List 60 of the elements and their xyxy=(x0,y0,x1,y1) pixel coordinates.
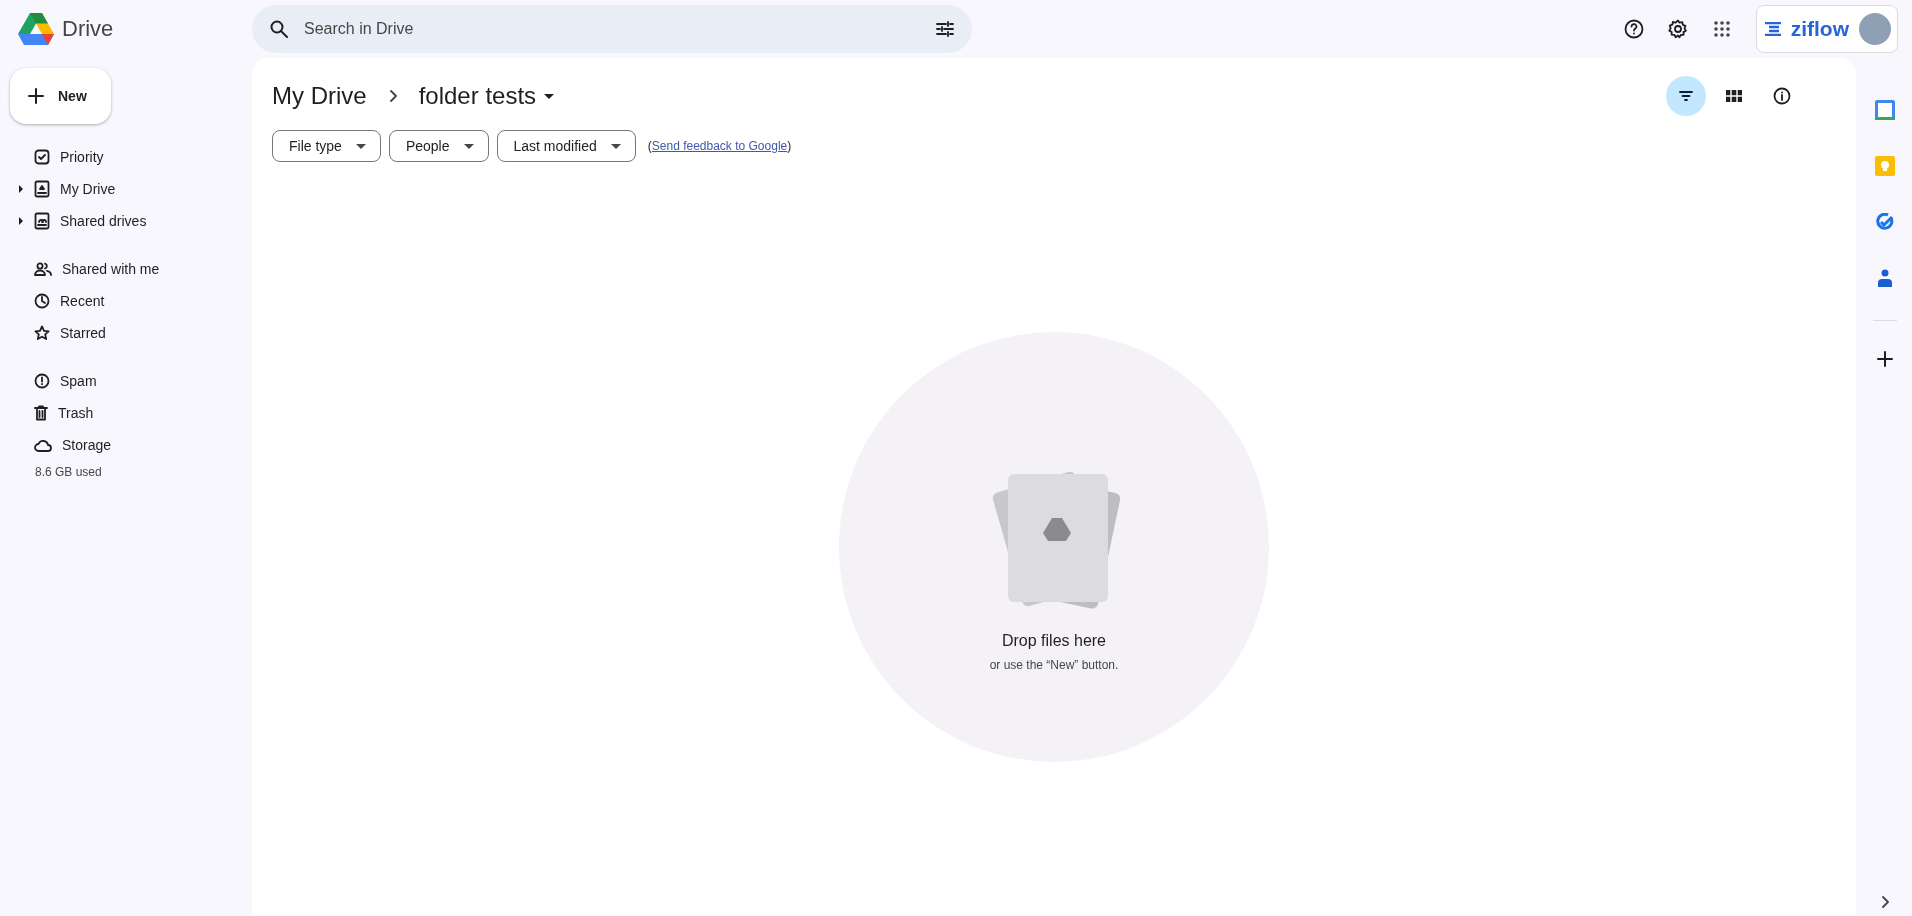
drive-icon xyxy=(34,180,50,198)
apps-grid-icon xyxy=(1713,21,1730,37)
search-bar[interactable]: Search in Drive xyxy=(252,5,972,53)
star-icon xyxy=(34,325,50,341)
expand-caret-icon[interactable] xyxy=(18,217,24,225)
new-button[interactable]: New xyxy=(10,68,111,124)
tune-icon[interactable] xyxy=(936,21,954,37)
checkbox-icon xyxy=(34,149,50,165)
trash-icon xyxy=(34,405,48,421)
empty-subtitle: or use the “New” button. xyxy=(989,658,1119,672)
filter-icon xyxy=(1679,91,1693,101)
breadcrumb[interactable]: My Drive xyxy=(272,82,367,110)
plus-icon xyxy=(1877,351,1893,367)
cloud-icon xyxy=(34,438,52,452)
sidebar-item[interactable]: Storage xyxy=(62,437,112,453)
sidebar-item[interactable]: Recent xyxy=(60,293,105,309)
sidebar-item[interactable]: Priority xyxy=(60,149,104,165)
expand-caret-icon[interactable] xyxy=(18,185,24,193)
search-field[interactable]: Search in Drive xyxy=(302,19,922,39)
sidebar-item[interactable]: My Drive xyxy=(60,181,116,197)
sidebar-item[interactable]: Shared drives xyxy=(60,213,147,229)
app-name: Drive xyxy=(62,16,114,42)
lightbulb-icon xyxy=(1875,156,1895,176)
extension-name: ziflow xyxy=(1790,17,1849,41)
help-icon xyxy=(1623,19,1644,39)
avatar[interactable] xyxy=(1859,13,1891,45)
search-icon xyxy=(270,20,288,38)
filter-button[interactable] xyxy=(1666,76,1706,116)
calendar-icon xyxy=(1875,100,1895,120)
feedback-note: (Send feedback to Google) xyxy=(647,139,792,153)
filter-chip[interactable]: People xyxy=(388,130,489,162)
plus-icon xyxy=(28,88,44,104)
person-icon xyxy=(1878,269,1892,287)
drive-logo-icon xyxy=(18,13,54,45)
clock-icon xyxy=(34,293,50,309)
sidebar-item[interactable]: Spam xyxy=(60,373,97,389)
chevron-right-icon xyxy=(388,90,397,102)
dropdown-caret-icon xyxy=(463,143,474,149)
alert-icon xyxy=(34,373,50,389)
breadcrumb: folder tests xyxy=(418,82,537,110)
settings-icon xyxy=(1667,19,1688,39)
filter-chip[interactable]: File type xyxy=(272,130,381,162)
people-icon xyxy=(34,262,52,276)
feedback-link[interactable]: Send feedback to Google xyxy=(651,139,788,153)
empty-title: Drop files here xyxy=(1001,632,1106,650)
filter-chip[interactable]: Last modified xyxy=(496,130,636,162)
caret-icon[interactable] xyxy=(544,93,555,99)
dropdown-caret-icon xyxy=(610,143,621,149)
shared-drive-icon xyxy=(34,212,50,230)
check-circle-icon xyxy=(1876,213,1894,231)
sidebar-item[interactable]: Trash xyxy=(58,405,94,421)
grid-icon xyxy=(1726,90,1742,102)
extension-badge[interactable]: ziflow xyxy=(1755,5,1898,53)
info-icon xyxy=(1773,87,1791,105)
lines-logo-icon xyxy=(1764,22,1781,36)
sidebar-item[interactable]: Starred xyxy=(60,325,106,341)
storage-used: 8.6 GB used xyxy=(35,465,103,479)
sidebar-item[interactable]: Shared with me xyxy=(62,261,160,277)
chevron-right-icon xyxy=(1881,896,1889,908)
dropdown-caret-icon xyxy=(355,143,366,149)
